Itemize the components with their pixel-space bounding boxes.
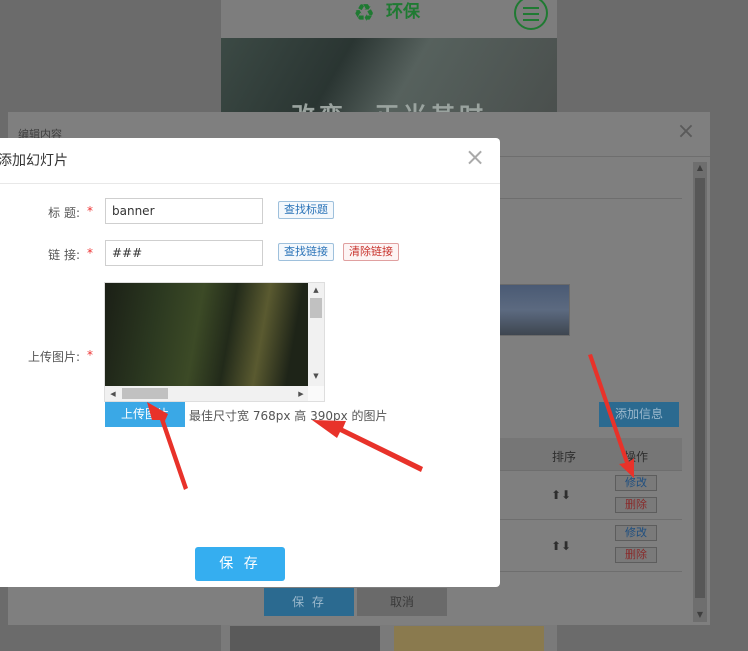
annotation-arrows [147, 354, 634, 490]
annotation-arrow-edit [588, 354, 634, 478]
annotation-arrow-upload [147, 402, 188, 490]
annotation-arrow-hint [312, 420, 423, 472]
